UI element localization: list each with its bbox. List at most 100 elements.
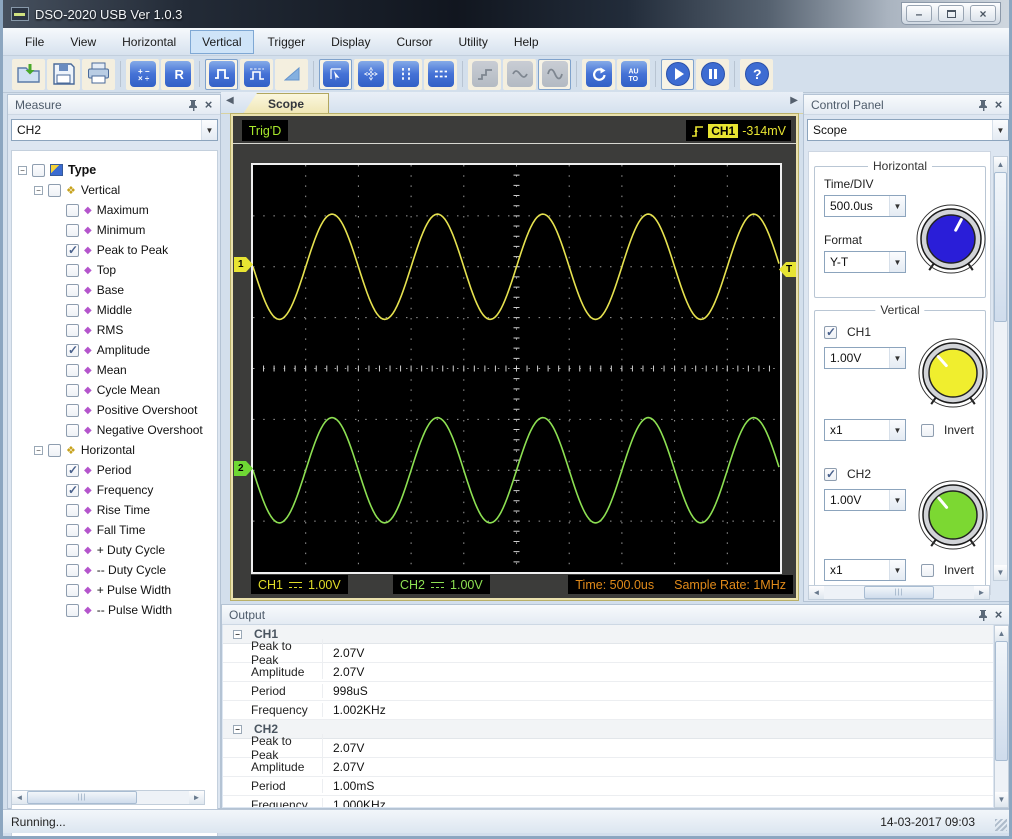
checkbox-icon[interactable] [66, 244, 79, 257]
menu-vertical[interactable]: Vertical [190, 30, 253, 54]
scroll-left-icon[interactable]: ◄ [809, 586, 824, 599]
measure-hscrollbar[interactable]: ◄ ||| ► [11, 790, 205, 805]
control-mode-select[interactable]: Scope ▼ [807, 119, 1009, 141]
menu-view[interactable]: View [58, 30, 108, 54]
checkbox-icon[interactable] [66, 504, 79, 517]
close-icon[interactable]: × [201, 97, 216, 112]
horizontal-cursors-button[interactable] [424, 59, 457, 90]
checkbox-icon[interactable] [66, 324, 79, 337]
help-button[interactable]: ? [740, 59, 773, 90]
ch2-probe-select[interactable]: x1 ▼ [824, 559, 906, 581]
checkbox-icon[interactable] [66, 364, 79, 377]
checkbox-icon[interactable] [66, 344, 79, 357]
checkbox-icon[interactable] [66, 484, 79, 497]
menu-file[interactable]: File [13, 30, 56, 54]
checkbox-icon[interactable] [66, 384, 79, 397]
grid-cursor-button[interactable] [354, 59, 387, 90]
pulse-average-button[interactable] [240, 59, 273, 90]
checkbox-icon[interactable] [66, 284, 79, 297]
checkbox-icon[interactable] [66, 264, 79, 277]
checkbox-icon[interactable] [66, 464, 79, 477]
reference-button[interactable]: R [161, 59, 194, 90]
open-button[interactable] [12, 59, 45, 90]
scroll-right-icon[interactable]: ► [974, 586, 989, 599]
checkbox-icon[interactable] [66, 404, 79, 417]
ch1-probe-select[interactable]: x1 ▼ [824, 419, 906, 441]
ch2-invert-checkbox[interactable]: Invert [921, 563, 974, 577]
scroll-up-icon[interactable]: ▲ [994, 157, 1007, 172]
checkbox-icon[interactable] [66, 224, 79, 237]
ch2-position-knob[interactable] [917, 479, 989, 551]
output-vscrollbar[interactable]: ▲ ▼ [994, 625, 1009, 808]
checkbox-icon[interactable] [66, 524, 79, 537]
pin-icon[interactable] [976, 607, 991, 622]
save-button[interactable] [47, 59, 80, 90]
math-button[interactable]: + −× ÷ [126, 59, 159, 90]
checkbox-icon[interactable] [66, 544, 79, 557]
ch2-scale-select[interactable]: 1.00V ▼ [824, 489, 906, 511]
menu-utility[interactable]: Utility [446, 30, 499, 54]
checkbox-icon[interactable] [66, 424, 79, 437]
output-group-header[interactable]: −CH1 [223, 625, 993, 644]
menu-trigger[interactable]: Trigger [256, 30, 318, 54]
horizontal-position-knob[interactable] [915, 203, 987, 275]
checkbox-icon[interactable] [66, 204, 79, 217]
checkbox-icon[interactable] [48, 184, 61, 197]
output-group-header[interactable]: −CH2 [223, 720, 993, 739]
collapse-icon[interactable]: − [18, 166, 27, 175]
pin-icon[interactable] [976, 97, 991, 112]
format-select[interactable]: Y-T ▼ [824, 251, 906, 273]
scroll-down-icon[interactable]: ▼ [994, 565, 1007, 580]
collapse-icon[interactable]: − [34, 186, 43, 195]
checkbox-icon[interactable] [48, 444, 61, 457]
ch1-invert-checkbox[interactable]: Invert [921, 423, 974, 437]
control-vscrollbar[interactable]: ▲ ▼ [993, 156, 1008, 581]
scroll-left-icon[interactable]: ◄ [12, 791, 27, 804]
scrollbar-thumb[interactable]: ||| [27, 791, 137, 804]
time-div-value: 500.0us [825, 199, 889, 213]
collapse-icon[interactable]: − [233, 725, 242, 734]
tab-scroll-left-icon[interactable]: ◀ [226, 95, 234, 106]
output-row: Period998uS [223, 682, 993, 701]
ramp-button[interactable] [275, 59, 308, 90]
scroll-up-icon[interactable]: ▲ [995, 626, 1008, 641]
tab-scope[interactable]: Scope [243, 93, 329, 114]
ch2-enable-checkbox[interactable]: CH2 [824, 467, 871, 481]
measure-channel-select[interactable]: CH2 ▼ [11, 119, 218, 141]
checkbox-icon[interactable] [66, 604, 79, 617]
resize-grip[interactable] [995, 819, 1007, 831]
minimize-button[interactable]: – [906, 5, 932, 22]
control-hscrollbar[interactable]: ◄ ||| ► [808, 585, 990, 600]
menu-cursor[interactable]: Cursor [384, 30, 444, 54]
close-icon[interactable]: × [991, 97, 1006, 112]
menu-help[interactable]: Help [502, 30, 551, 54]
checkbox-icon[interactable] [66, 564, 79, 577]
menu-display[interactable]: Display [319, 30, 382, 54]
collapse-icon[interactable]: − [233, 630, 242, 639]
collapse-icon[interactable]: − [34, 446, 43, 455]
ch1-enable-checkbox[interactable]: CH1 [824, 325, 871, 339]
checkbox-icon[interactable] [32, 164, 45, 177]
run-button[interactable] [661, 59, 694, 90]
checkbox-icon[interactable] [66, 304, 79, 317]
auto-setup-button[interactable]: AUTO [617, 59, 650, 90]
pointer-button[interactable] [319, 59, 352, 90]
checkbox-icon[interactable] [66, 584, 79, 597]
scroll-down-icon[interactable]: ▼ [995, 792, 1008, 807]
print-button[interactable] [82, 59, 115, 90]
menu-horizontal[interactable]: Horizontal [110, 30, 188, 54]
ch1-scale-select[interactable]: 1.00V ▼ [824, 347, 906, 369]
refresh-button[interactable] [582, 59, 615, 90]
output-row: Amplitude2.07V [223, 758, 993, 777]
close-button[interactable]: × [970, 5, 996, 22]
pulse-button[interactable] [205, 59, 238, 90]
vertical-cursors-button[interactable] [389, 59, 422, 90]
tab-scroll-right-icon[interactable]: ▶ [790, 95, 798, 106]
time-div-select[interactable]: 500.0us ▼ [824, 195, 906, 217]
maximize-button[interactable] [938, 5, 964, 22]
pause-button[interactable] [696, 59, 729, 90]
pin-icon[interactable] [186, 97, 201, 112]
ch1-position-knob[interactable] [917, 337, 989, 409]
close-icon[interactable]: × [991, 607, 1006, 622]
scroll-right-icon[interactable]: ► [189, 791, 204, 804]
